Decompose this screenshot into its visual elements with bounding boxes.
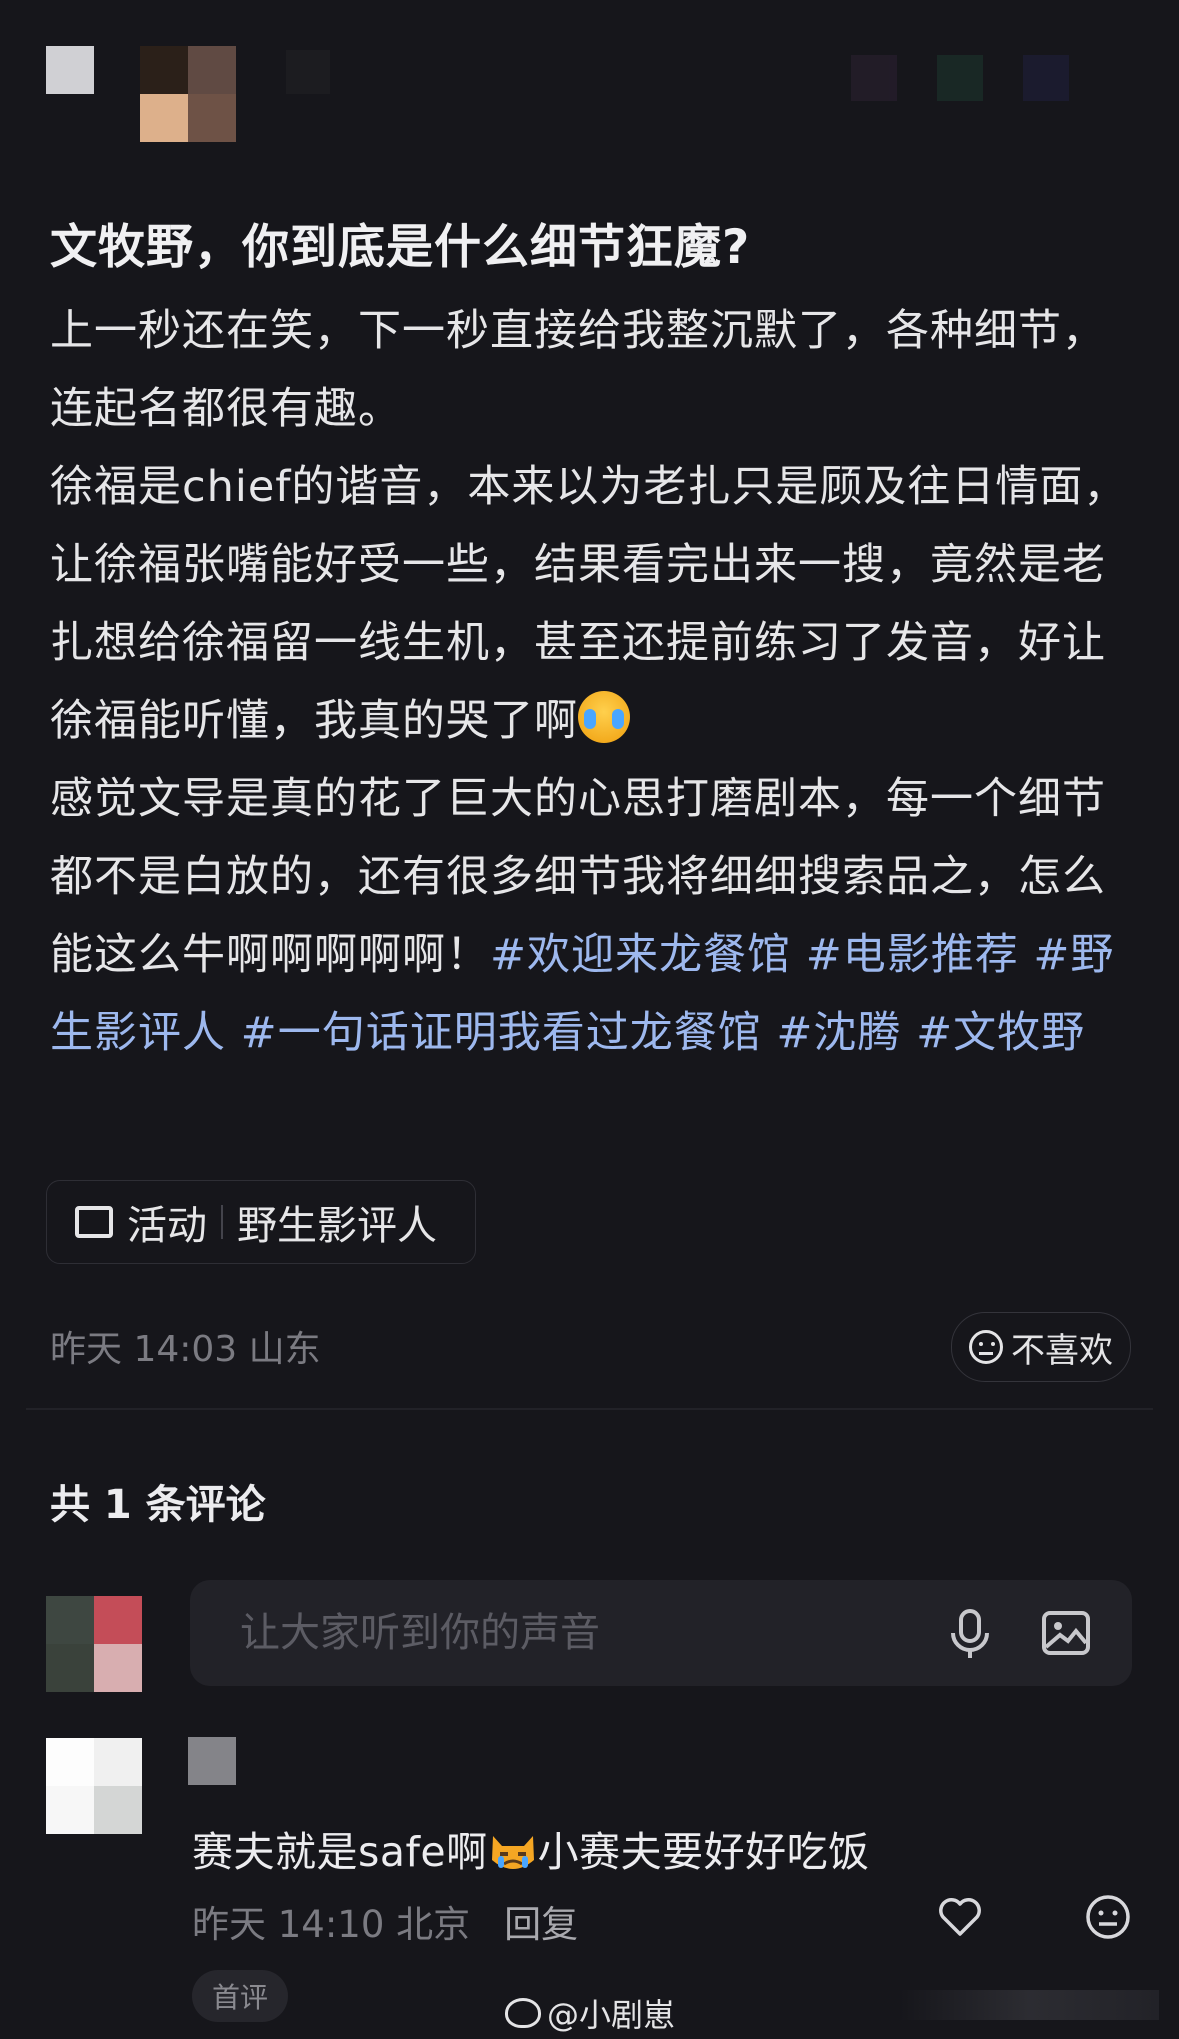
crying-emoji-icon <box>578 691 630 743</box>
reply-button[interactable]: 回复 <box>504 1894 578 1948</box>
comment-input-box[interactable] <box>190 1580 1132 1686</box>
blurred-footer-region <box>899 1990 1159 2020</box>
hashtag-link[interactable]: #一句话证明我看过龙餐馆 <box>241 1008 762 1058</box>
comment-text-part: 赛夫就是safe啊 <box>192 1828 488 1876</box>
activity-label: 活动 <box>127 1203 207 1249</box>
current-user-avatar[interactable] <box>46 1596 142 1692</box>
emoji-face-icon[interactable] <box>1083 1892 1133 1942</box>
comment-count: 共 1 条评论 <box>50 1482 266 1528</box>
header-actions-pixelated <box>851 55 1069 101</box>
section-divider <box>26 1408 1153 1410</box>
activity-name: 野生影评人 <box>237 1203 437 1249</box>
first-comment-badge: 首评 <box>192 1970 288 2022</box>
author-avatar[interactable] <box>140 46 236 142</box>
comment-text: 赛夫就是safe啊 小赛夫要好好吃饭 <box>192 1818 870 1878</box>
hashtag-link[interactable]: #电影推荐 <box>806 930 1019 980</box>
post-body: 上一秒还在笑，下一秒直接给我整沉默了，各种细节，连起名都很有趣。 徐福是chie… <box>50 292 1130 1072</box>
activity-chip[interactable]: 活动 野生影评人 <box>46 1180 476 1264</box>
comment-meta: 昨天 14:10 北京 回复 <box>192 1894 578 1948</box>
heart-icon[interactable] <box>935 1892 985 1942</box>
commenter-avatar[interactable] <box>46 1738 142 1834</box>
post-paragraph-1: 上一秒还在笑，下一秒直接给我整沉默了，各种细节，连起名都很有趣。 <box>50 306 1106 434</box>
hashtag-link[interactable]: #文牧野 <box>916 1008 1085 1058</box>
comment-text-part: 小赛夫要好好吃饭 <box>537 1828 870 1876</box>
comment-time-location: 昨天 14:10 北京 <box>192 1903 471 1946</box>
comment-input[interactable] <box>190 1609 940 1657</box>
dislike-button[interactable]: 不喜欢 <box>951 1312 1131 1382</box>
image-icon[interactable] <box>1036 1603 1096 1663</box>
post-time-location: 昨天 14:03 山东 <box>50 1329 321 1370</box>
dislike-face-icon <box>969 1330 1003 1364</box>
weibo-logo-icon <box>505 1998 541 2028</box>
commenter-name-pixelated[interactable] <box>188 1737 236 1785</box>
activity-separator <box>221 1205 223 1239</box>
post-title: 文牧野，你到底是什么细节狂魔? <box>50 220 751 275</box>
microphone-icon[interactable] <box>940 1603 1000 1663</box>
watermark: @小剧崽 <box>505 1990 675 2036</box>
watermark-text: @小剧崽 <box>547 1996 676 2034</box>
activity-icon <box>75 1206 113 1238</box>
author-name-pixelated[interactable] <box>286 50 330 94</box>
hashtag-link[interactable]: #沈腾 <box>776 1008 901 1058</box>
cat-emoji-icon <box>491 1836 534 1869</box>
header-back-placeholder[interactable] <box>46 46 94 94</box>
dislike-label: 不喜欢 <box>1011 1330 1113 1371</box>
hashtag-link[interactable]: #欢迎来龙餐馆 <box>490 930 791 980</box>
